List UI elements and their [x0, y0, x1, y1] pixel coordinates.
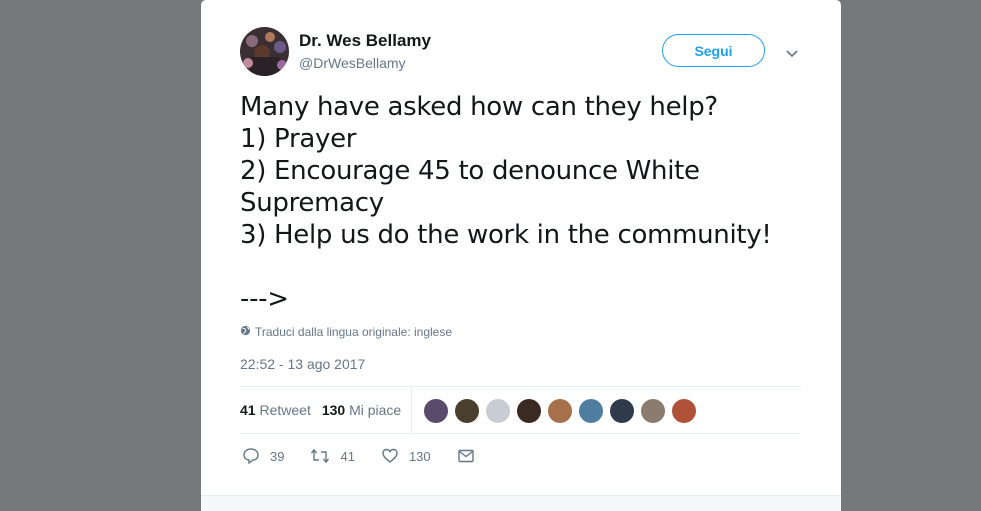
tweet-text: Many have asked how can they help? 1) Pr… [240, 92, 772, 314]
author-handle[interactable]: @DrWesBellamy [299, 55, 406, 71]
reply-button[interactable]: 39 [242, 447, 284, 465]
stats-separator [411, 387, 412, 433]
card-footer [201, 495, 841, 511]
retweet-icon [310, 447, 330, 465]
likes-stat[interactable]: 130 Mi piace [322, 402, 401, 418]
heart-icon [381, 447, 399, 465]
liker-avatar[interactable] [516, 398, 542, 424]
likes-count: 130 [321, 402, 346, 418]
like-button[interactable]: 130 [381, 447, 431, 465]
globe-icon [240, 325, 251, 339]
liker-avatar[interactable] [609, 398, 635, 424]
liker-avatar[interactable] [547, 398, 573, 424]
retweets-stat[interactable]: 41 Retweet [240, 402, 311, 418]
like-count: 130 [408, 448, 431, 464]
author-name[interactable]: Dr. Wes Bellamy [299, 31, 431, 51]
translate-link[interactable]: Traduci dalla lingua originale: inglese [240, 325, 452, 339]
liker-avatar[interactable] [671, 398, 697, 424]
retweets-label: Retweet [259, 402, 311, 418]
retweet-count: 41 [340, 448, 355, 464]
liker-avatar[interactable] [423, 398, 449, 424]
author-avatar[interactable] [240, 27, 289, 76]
tweet-actions: 39 41 130 [242, 447, 501, 465]
liker-avatar[interactable] [640, 398, 666, 424]
tweet-timestamp[interactable]: 22:52 - 13 ago 2017 [240, 356, 365, 372]
liker-avatar[interactable] [454, 398, 480, 424]
reply-count: 39 [270, 448, 285, 464]
divider [240, 433, 801, 434]
likes-label: Mi piace [349, 402, 402, 418]
envelope-icon [457, 447, 475, 465]
reply-icon [242, 447, 260, 465]
liker-avatar[interactable] [485, 398, 511, 424]
likers-list [423, 398, 702, 424]
chevron-down-icon[interactable] [784, 45, 800, 61]
retweets-count: 41 [240, 402, 256, 418]
translate-label: Traduci dalla lingua originale: inglese [255, 325, 453, 339]
tweet-card: Dr. Wes Bellamy @DrWesBellamy Segui Many… [201, 0, 841, 511]
divider [240, 386, 801, 387]
direct-message-button[interactable] [457, 447, 475, 465]
retweet-button[interactable]: 41 [310, 447, 355, 465]
follow-button[interactable]: Segui [662, 34, 765, 67]
liker-avatar[interactable] [578, 398, 604, 424]
tweet-stats: 41 Retweet 130 Mi piace [240, 402, 412, 418]
